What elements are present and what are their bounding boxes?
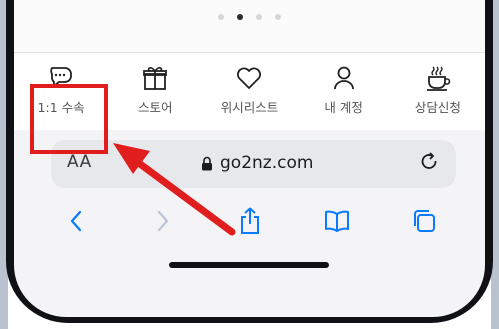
tabs-icon [413,210,435,232]
nav-item-account[interactable]: 내 계정 [304,63,384,116]
back-icon [70,210,81,232]
page-dot-active[interactable] [237,14,243,20]
nav-item-store[interactable]: 스토어 [115,63,195,116]
reader-mode-button[interactable]: AA [67,152,92,172]
heart-icon [233,63,265,93]
gift-icon [139,63,171,93]
back-button[interactable] [56,201,96,241]
safari-address-bar[interactable]: AA go2nz.com [51,140,456,188]
nav-label-store: 스토어 [138,100,173,115]
person-icon [328,63,360,93]
safari-toolbar [14,196,485,246]
tabs-button[interactable] [404,201,444,241]
nav-item-wishlist[interactable]: 위시리스트 [209,63,289,116]
nav-label-inquiry: 상담신청 [414,100,461,115]
bookmarks-button[interactable] [317,201,357,241]
nav-label-wishlist: 위시리스트 [220,100,279,115]
home-indicator[interactable] [169,262,329,268]
forward-button[interactable] [143,201,183,241]
bookmarks-icon [324,210,349,232]
forward-icon [157,210,168,232]
web-page-content [14,0,485,52]
nav-label-account: 내 계정 [324,100,363,115]
page-dot[interactable] [256,14,262,20]
lock-icon [202,156,212,170]
reload-icon [421,152,437,169]
nav-item-inquiry[interactable]: 상담신청 [398,63,478,116]
coffee-cup-icon [422,63,454,93]
url-display[interactable]: go2nz.com [201,153,313,173]
share-icon [240,207,259,234]
phone-screen: 1:1 수속 스토어 위시리스트 내 계정 상담신청 AA go2nz.com [14,0,485,317]
url-text: go2nz.com [220,153,314,173]
reload-button[interactable] [420,152,440,178]
highlight-annotation-box [30,84,108,154]
share-button[interactable] [230,201,270,241]
page-indicator [14,14,485,20]
page-dot[interactable] [218,14,224,20]
page-dot[interactable] [275,14,281,20]
